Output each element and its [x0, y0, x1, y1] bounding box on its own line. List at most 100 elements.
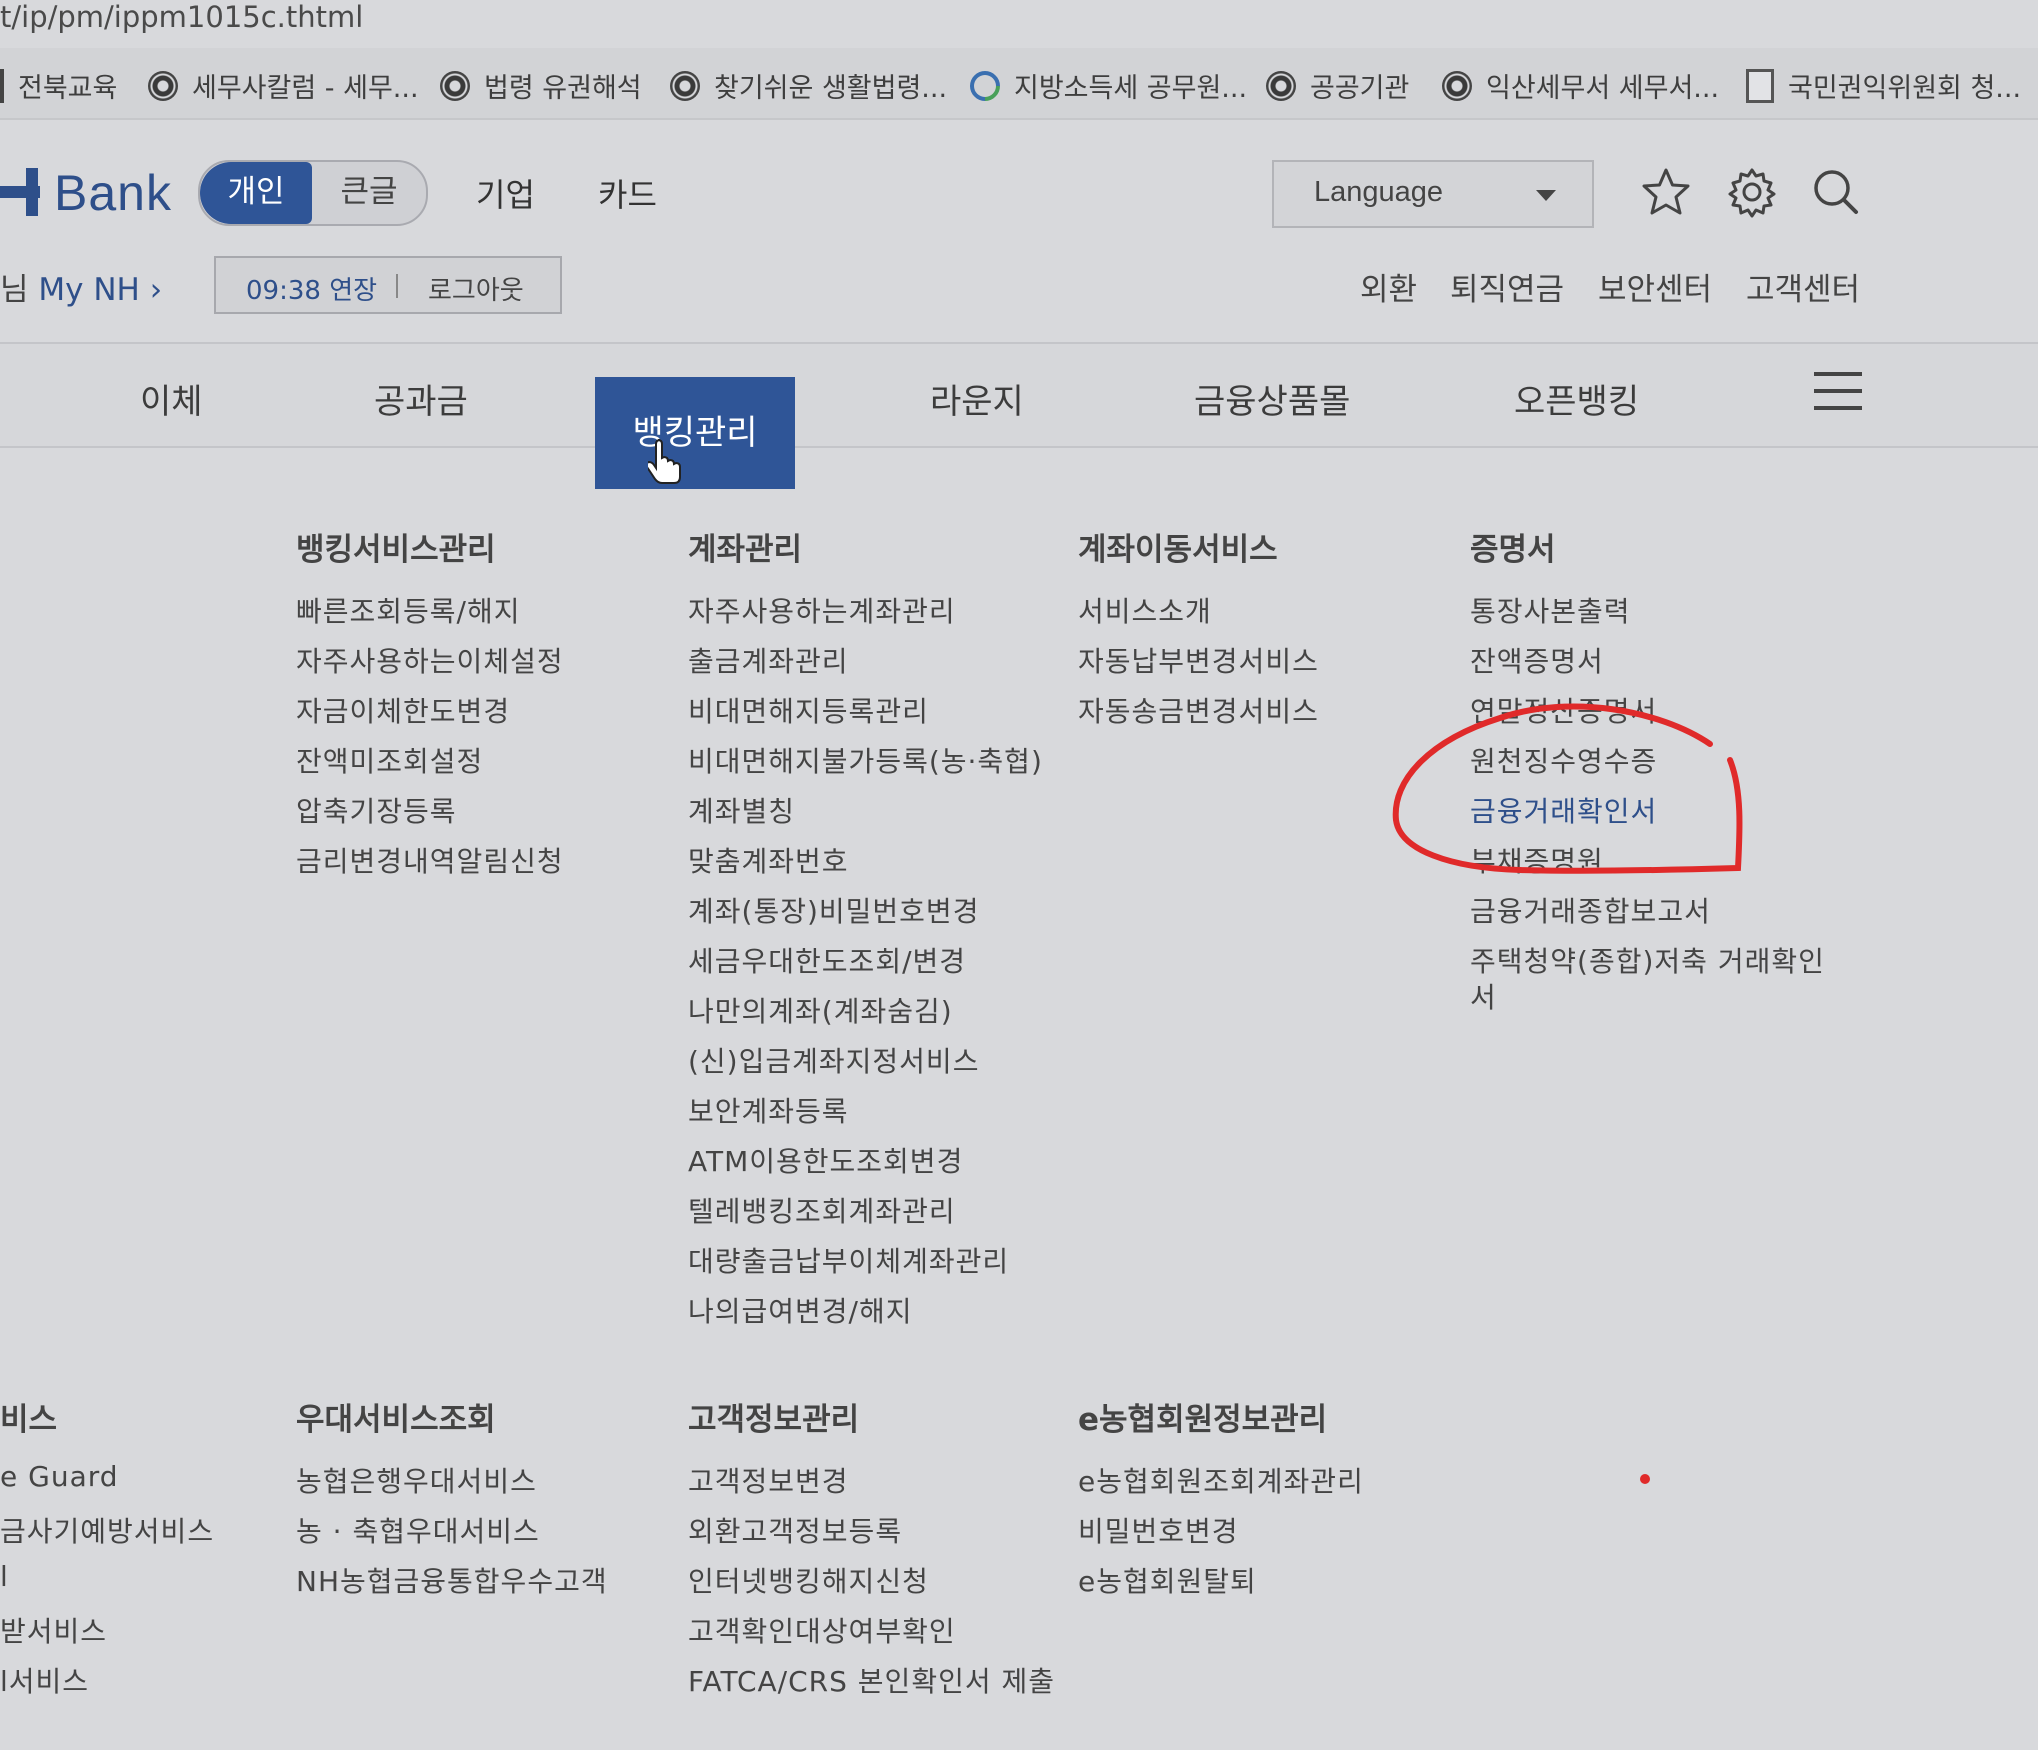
bookmark-item[interactable]: 전북교육 [0, 66, 117, 105]
nav-open-banking[interactable]: 오픈뱅킹 [1514, 374, 1639, 423]
menu-item[interactable]: 자주사용하는이체설정 [296, 640, 564, 680]
menu-item[interactable]: 고객정보변경 [688, 1460, 849, 1500]
bookmarks-bar: 전북교육 세무사칼럼 - 세무... 법령 유권해석 찾기쉬운 생활법령... … [0, 48, 2038, 120]
search-icon[interactable] [1810, 166, 1862, 218]
menu-item[interactable]: (신)입금계좌지정서비스 [688, 1040, 979, 1080]
corporate-link[interactable]: 기업 [476, 170, 535, 216]
logout-button[interactable]: 로그아웃 [428, 270, 524, 307]
my-nh-link[interactable]: 님 My NH › [0, 264, 162, 309]
menu-item-continuation[interactable]: 서 [1470, 976, 1497, 1016]
user-suffix: 님 [0, 272, 29, 308]
bookmark-item[interactable]: 찾기쉬운 생활법령... [670, 66, 947, 105]
col-e-member-title: e농협회원정보관리 [1078, 1402, 1328, 1438]
red-dot [1640, 1474, 1650, 1484]
menu-item[interactable]: 자주사용하는계좌관리 [688, 590, 956, 630]
menu-item[interactable]: 자동납부변경서비스 [1078, 640, 1319, 680]
logo-mark-icon [0, 168, 40, 216]
menu-item[interactable]: 자동송금변경서비스 [1078, 690, 1319, 730]
menu-item[interactable]: 계좌별칭 [688, 790, 795, 830]
bookmark-label: 지방소득세 공무원... [1014, 73, 1248, 104]
logo-text: Bank [54, 165, 172, 221]
col-certificates-title: 증명서 [1470, 532, 1556, 568]
util-link-pension[interactable]: 퇴직연금 [1450, 264, 1564, 309]
personal-tab[interactable]: 개인 [200, 162, 312, 224]
menu-item[interactable]: 인터넷뱅킹해지신청 [688, 1560, 929, 1600]
menu-item[interactable]: 압축기장등록 [296, 790, 457, 830]
nav-lounge[interactable]: 라운지 [930, 374, 1024, 423]
col-account-management-title: 계좌관리 [688, 532, 803, 568]
menu-item[interactable]: 고객확인대상여부확인 [688, 1610, 956, 1650]
menu-item[interactable]: 외환고객정보등록 [688, 1510, 902, 1550]
nh-bank-logo[interactable]: Bank [0, 164, 172, 222]
hamburger-menu-icon[interactable] [1814, 372, 1862, 412]
menu-item[interactable]: 통장사본출력 [1470, 590, 1631, 630]
menu-item[interactable]: 잔액미조회설정 [296, 740, 483, 780]
session-extend-button[interactable]: 09:38 연장 [246, 270, 377, 307]
star-icon[interactable] [1640, 166, 1692, 218]
menu-item[interactable]: 서비스소개 [1078, 590, 1212, 630]
menu-item[interactable]: 비대면해지등록관리 [688, 690, 929, 730]
menu-item[interactable]: 계좌(통장)비밀번호변경 [688, 890, 979, 930]
menu-item[interactable]: 보안계좌등록 [688, 1090, 849, 1130]
menu-item[interactable]: 금리변경내역알림신청 [296, 840, 564, 880]
util-link-security-center[interactable]: 보안센터 [1598, 264, 1712, 309]
bookmark-label: 익산세무서 세무서... [1486, 73, 1720, 104]
menu-item[interactable]: l [0, 1560, 9, 1593]
language-label: Language [1314, 176, 1444, 208]
document-icon [1746, 68, 1774, 103]
menu-item[interactable]: 농 · 축협우대서비스 [296, 1510, 540, 1550]
col-preferential-title: 우대서비스조회 [296, 1402, 496, 1438]
text-size-toggle: 개인 큰글 [198, 160, 428, 226]
menu-item[interactable]: 비대면해지불가등록(농·축협) [688, 740, 1043, 780]
menu-item[interactable]: 금사기예방서비스 [0, 1510, 214, 1550]
menu-item[interactable]: 받서비스 [0, 1610, 107, 1650]
address-bar-url[interactable]: t/ip/pm/ippm1015c.thtml [0, 0, 363, 34]
my-nh-label: My NH [38, 272, 140, 308]
menu-item[interactable]: 농협은행우대서비스 [296, 1460, 537, 1500]
menu-item[interactable]: 비밀번호변경 [1078, 1510, 1239, 1550]
menu-item[interactable]: 잔액증명서 [1470, 640, 1604, 680]
nav-utility-bills[interactable]: 공과금 [374, 374, 468, 423]
seal-icon [440, 70, 470, 101]
menu-item[interactable]: 주택청약(종합)저축 거래확인 [1470, 940, 1825, 980]
menu-item[interactable]: 빠른조회등록/해지 [296, 590, 521, 630]
bookmark-item[interactable]: 세무사칼럼 - 세무... [148, 66, 419, 105]
large-text-tab[interactable]: 큰글 [312, 162, 426, 224]
menu-item[interactable]: 텔레뱅킹조회계좌관리 [688, 1190, 956, 1230]
menu-item[interactable]: 세금우대한도조회/변경 [688, 940, 966, 980]
chevron-right-icon: › [149, 272, 163, 308]
menu-item[interactable]: 나만의계좌(계좌숨김) [688, 990, 953, 1030]
seal-icon [148, 70, 178, 101]
col-customer-info-title: 고객정보관리 [688, 1402, 860, 1438]
util-link-foreign-exchange[interactable]: 외환 [1360, 264, 1417, 309]
menu-item[interactable]: FATCA/CRS 본인확인서 제출 [688, 1660, 1055, 1700]
bookmark-label: 국민권익위원회 청... [1788, 73, 2022, 104]
menu-item[interactable]: 맞춤계좌번호 [688, 840, 849, 880]
bookmark-item[interactable]: 공공기관 [1266, 66, 1409, 105]
menu-item[interactable]: 자금이체한도변경 [296, 690, 510, 730]
nav-banking-management[interactable]: 뱅킹관리 [595, 377, 795, 489]
hand-cursor-icon [648, 439, 681, 484]
col-partial-title: 비스 [0, 1402, 58, 1438]
nav-transfer[interactable]: 이체 [140, 374, 203, 423]
menu-item[interactable]: e Guard [0, 1460, 119, 1493]
bookmark-label: 법령 유권해석 [484, 73, 642, 104]
bookmark-item[interactable]: 법령 유권해석 [440, 66, 642, 105]
util-link-customer-center[interactable]: 고객센터 [1746, 264, 1860, 309]
card-link[interactable]: 카드 [598, 170, 657, 216]
menu-item[interactable]: ATM이용한도조회변경 [688, 1140, 963, 1180]
gear-icon[interactable] [1726, 166, 1778, 218]
menu-item[interactable]: NH농협금융통합우수고객 [296, 1560, 608, 1600]
menu-item[interactable]: e농협회원탈퇴 [1078, 1560, 1257, 1600]
menu-item[interactable]: 대량출금납부이체계좌관리 [688, 1240, 1009, 1280]
menu-item[interactable]: l서비스 [0, 1660, 89, 1700]
language-select[interactable]: Language [1272, 160, 1594, 228]
nav-financial-products[interactable]: 금융상품몰 [1194, 374, 1350, 423]
menu-item[interactable]: 나의급여변경/해지 [688, 1290, 913, 1330]
bookmark-item[interactable]: 지방소득세 공무원... [963, 64, 1248, 107]
menu-item[interactable]: 출금계좌관리 [688, 640, 849, 680]
bookmark-item[interactable]: 국민권익위원회 청... [1746, 66, 2021, 105]
bookmark-label: 세무사칼럼 - 세무... [192, 73, 419, 104]
bookmark-item[interactable]: 익산세무서 세무서... [1442, 66, 1719, 105]
menu-item[interactable]: e농협회원조회계좌관리 [1078, 1460, 1364, 1500]
